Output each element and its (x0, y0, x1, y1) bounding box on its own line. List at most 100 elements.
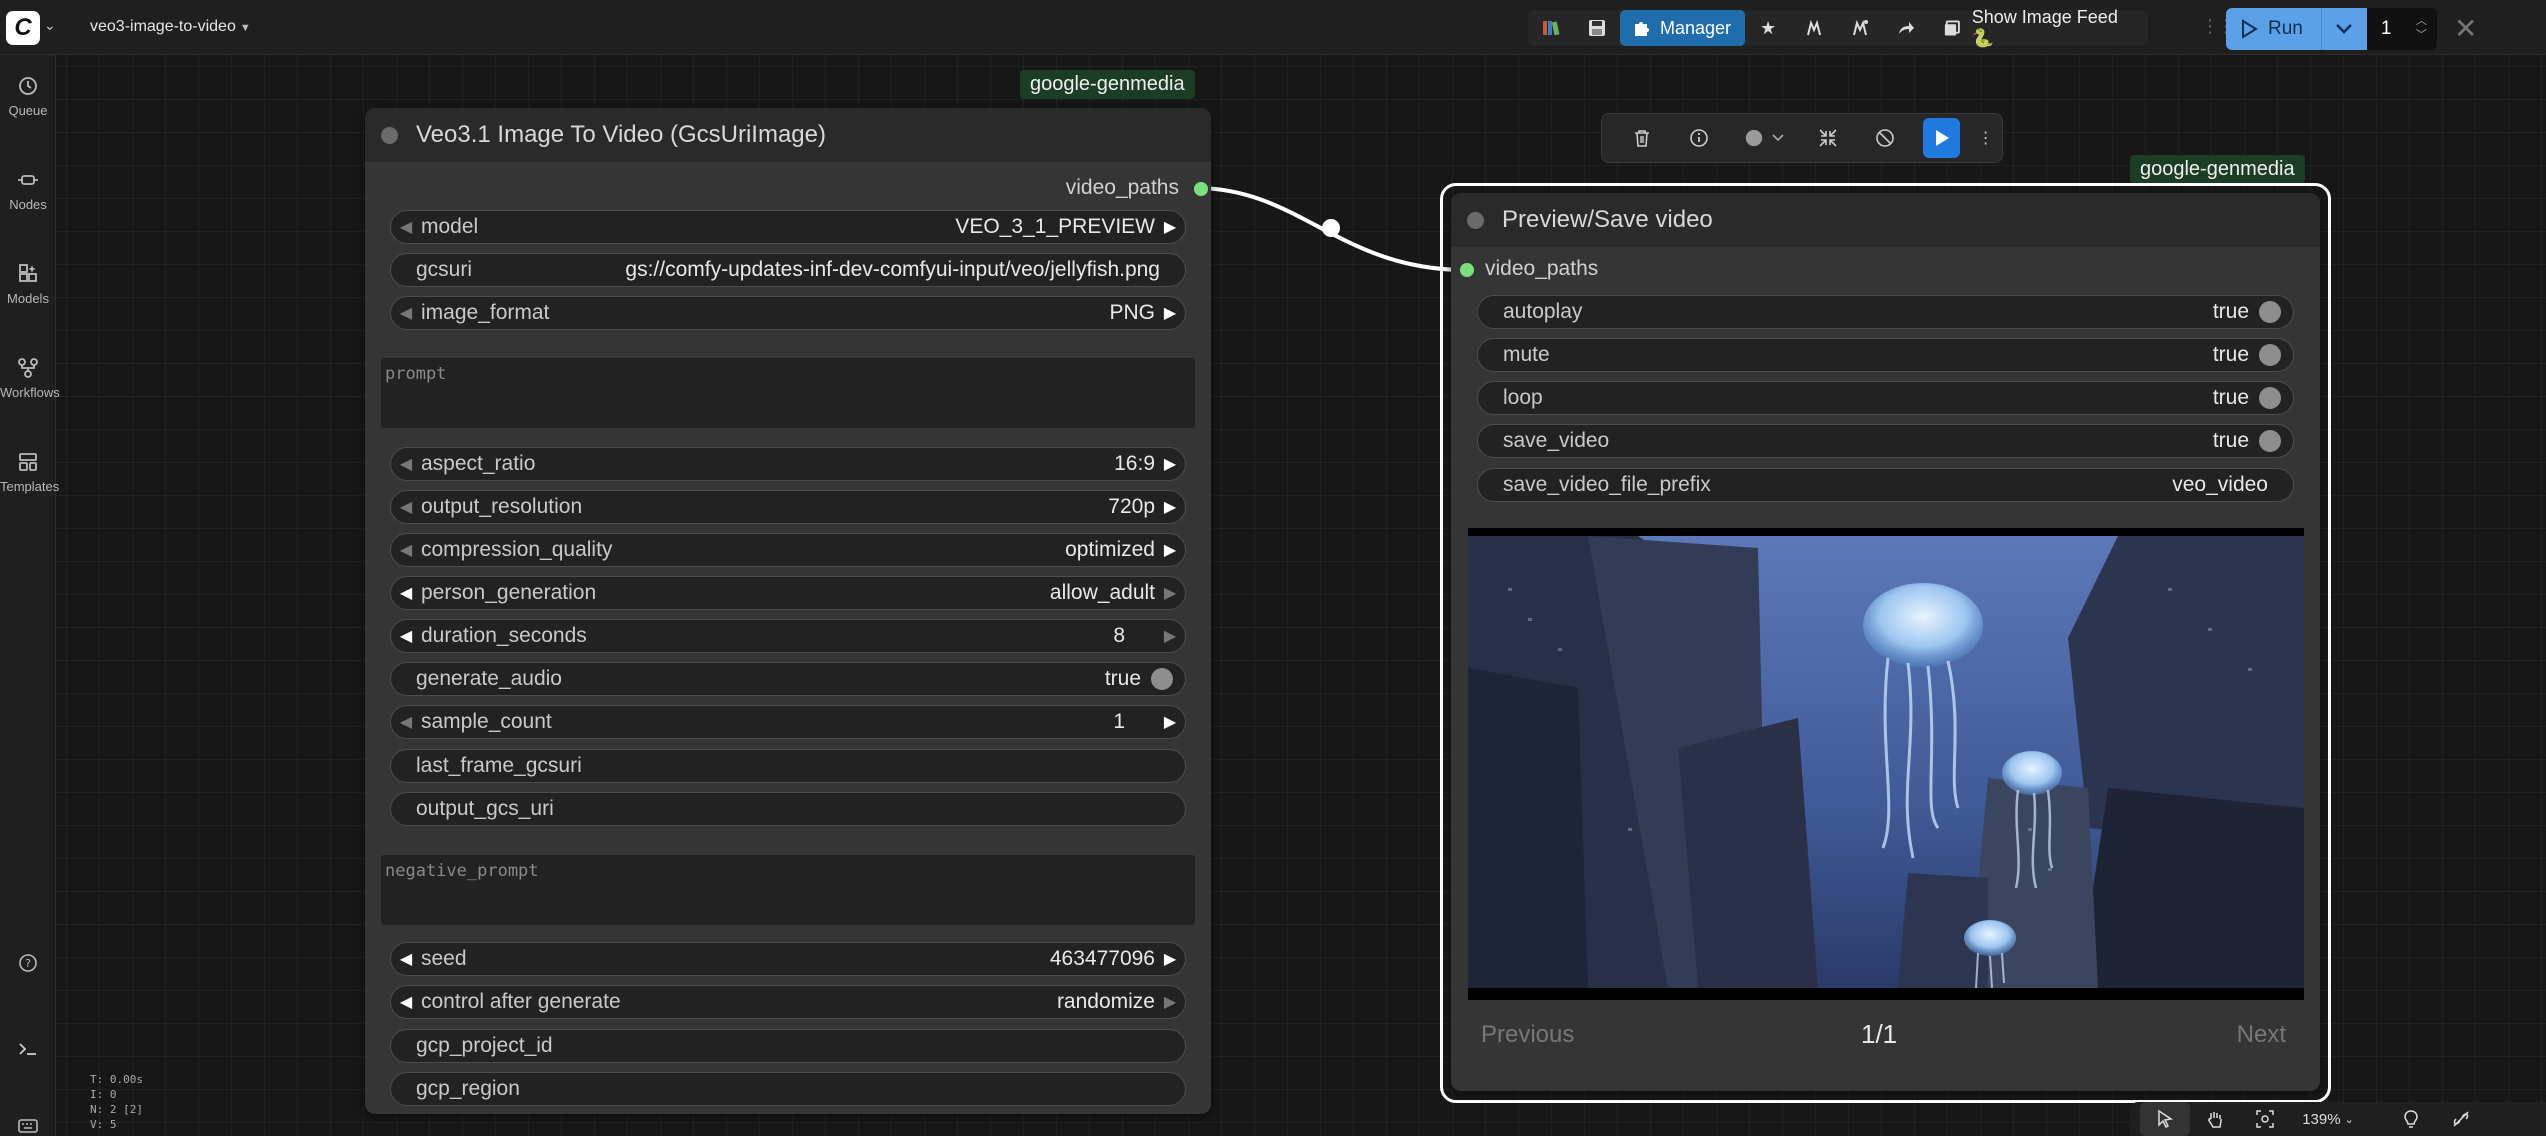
link-midpoint-handle[interactable] (1322, 219, 1340, 237)
collapse-dot-icon[interactable] (381, 126, 398, 144)
prompt-placeholder: prompt (385, 364, 447, 384)
widget-value: 16:9 (1114, 452, 1155, 475)
minimap-button[interactable] (2386, 1102, 2436, 1136)
decrement-arrow-icon[interactable]: ◀ (391, 583, 421, 603)
widget-value: allow_adult (1049, 581, 1155, 604)
execute-selected-button[interactable] (1923, 118, 1960, 158)
increment-arrow-icon[interactable]: ▶ (1155, 583, 1185, 603)
decrement-arrow-icon[interactable]: ◀ (391, 217, 421, 237)
toggle-knob-icon[interactable] (1151, 668, 1173, 690)
widget-label: output_resolution (421, 495, 583, 518)
color-picker-button[interactable] (1728, 118, 1800, 158)
widget-value: true (2212, 386, 2249, 409)
gcsuri-field[interactable]: gcsuri gs://comfy-updates-inf-dev-comfyu… (390, 253, 1186, 287)
decrement-arrow-icon[interactable]: ◀ (391, 454, 421, 474)
info-button[interactable] (1671, 118, 1728, 158)
decrement-arrow-icon[interactable]: ◀ (391, 303, 421, 323)
toggle-knob-icon[interactable] (2259, 301, 2281, 323)
delete-button[interactable] (1614, 118, 1671, 158)
increment-arrow-icon[interactable]: ▶ (1155, 992, 1185, 1012)
control-after-generate-combo[interactable]: ◀ control after generate randomize ▶ (390, 985, 1186, 1019)
widget-label: control after generate (421, 990, 621, 1013)
negative-prompt-textarea[interactable]: negative_prompt (381, 855, 1195, 925)
veo-node[interactable]: Veo3.1 Image To Video (GcsUriImage) vide… (365, 108, 1211, 1114)
widget-value: 8 (1113, 624, 1125, 647)
decrement-arrow-icon[interactable]: ◀ (391, 712, 421, 732)
compression-quality-combo[interactable]: ◀ compression_quality optimized ▶ (390, 533, 1186, 567)
sample-count-stepper[interactable]: ◀ sample_count 1 ▶ (390, 705, 1186, 739)
toggle-knob-icon[interactable] (2259, 344, 2281, 366)
increment-arrow-icon[interactable]: ▶ (1155, 712, 1185, 732)
pan-tool-button[interactable] (2190, 1102, 2240, 1136)
image-format-combo[interactable]: ◀ image_format PNG ▶ (390, 296, 1186, 330)
widget-value: 720p (1108, 495, 1155, 518)
toggle-knob-icon[interactable] (2259, 430, 2281, 452)
widget-label: mute (1503, 343, 1550, 366)
generate-audio-toggle[interactable]: generate_audio true (390, 662, 1186, 696)
widget-label: output_gcs_uri (416, 797, 554, 820)
gcp-project-id-field[interactable]: gcp_project_id (390, 1029, 1186, 1063)
widget-label: save_video_file_prefix (1503, 473, 1711, 496)
decrement-arrow-icon[interactable]: ◀ (391, 626, 421, 646)
input-video-paths-label: video_paths (1485, 257, 1599, 280)
mute-toggle[interactable]: mute true (1477, 338, 2294, 372)
shrink-icon (1819, 129, 1837, 147)
save-video-file-prefix-field[interactable]: save_video_file_prefix veo_video (1477, 468, 2294, 502)
video-frame-image (1468, 528, 2304, 1000)
duration-seconds-stepper[interactable]: ◀ duration_seconds 8 ▶ (390, 619, 1186, 653)
toggle-knob-icon[interactable] (2259, 387, 2281, 409)
collapse-dot-icon[interactable] (1467, 211, 1484, 229)
bypass-button[interactable] (1857, 118, 1914, 158)
collapse-button[interactable] (1800, 118, 1857, 158)
next-button[interactable]: Next (2237, 1021, 2286, 1049)
increment-arrow-icon[interactable]: ▶ (1155, 217, 1185, 237)
widget-label: person_generation (421, 581, 597, 604)
widget-value: true (1104, 667, 1141, 690)
increment-arrow-icon[interactable]: ▶ (1155, 949, 1185, 969)
increment-arrow-icon[interactable]: ▶ (1155, 497, 1185, 517)
selection-toolbox: ⋮ (1601, 113, 2003, 163)
decrement-arrow-icon[interactable]: ◀ (391, 497, 421, 517)
increment-arrow-icon[interactable]: ▶ (1155, 454, 1185, 474)
preview-node-badge: google-genmedia (2130, 155, 2305, 184)
widget-value: VEO_3_1_PREVIEW (955, 215, 1155, 238)
toggle-links-button[interactable] (2436, 1102, 2486, 1136)
veo-node-title: Veo3.1 Image To Video (GcsUriImage) (416, 121, 826, 148)
hand-icon (2208, 1112, 2222, 1128)
increment-arrow-icon[interactable]: ▶ (1155, 303, 1185, 323)
preview-node-header[interactable]: Preview/Save video (1451, 193, 2320, 247)
veo-node-header[interactable]: Veo3.1 Image To Video (GcsUriImage) (365, 108, 1211, 162)
prompt-textarea[interactable]: prompt (381, 358, 1195, 428)
decrement-arrow-icon[interactable]: ◀ (391, 540, 421, 560)
person-generation-combo[interactable]: ◀ person_generation allow_adult ▶ (390, 576, 1186, 610)
output-slot-dot[interactable] (1194, 182, 1208, 196)
video-preview[interactable] (1468, 528, 2304, 1000)
lightbulb-icon (2404, 1110, 2418, 1128)
output-video-paths-label: video_paths (1065, 176, 1179, 199)
last-frame-gcsuri-field[interactable]: last_frame_gcsuri (390, 749, 1186, 783)
widget-label: autoplay (1503, 300, 1583, 323)
decrement-arrow-icon[interactable]: ◀ (391, 949, 421, 969)
gcp-region-field[interactable]: gcp_region (390, 1072, 1186, 1106)
more-options-icon[interactable]: ⋮ (1970, 118, 2002, 158)
increment-arrow-icon[interactable]: ▶ (1155, 540, 1185, 560)
previous-button[interactable]: Previous (1481, 1021, 1574, 1049)
fit-view-button[interactable] (2240, 1102, 2290, 1136)
save-video-toggle[interactable]: save_video true (1477, 424, 2294, 458)
widget-label: model (421, 215, 479, 238)
loop-toggle[interactable]: loop true (1477, 381, 2294, 415)
select-tool-button[interactable] (2140, 1102, 2190, 1136)
output-resolution-combo[interactable]: ◀ output_resolution 720p ▶ (390, 490, 1186, 524)
output-gcs-uri-field[interactable]: output_gcs_uri (390, 792, 1186, 826)
zoom-dropdown[interactable]: 139% ⌄ (2290, 1102, 2366, 1136)
widget-label: save_video (1503, 429, 1610, 452)
model-combo[interactable]: ◀ model VEO_3_1_PREVIEW ▶ (390, 210, 1186, 244)
input-slot-dot[interactable] (1460, 263, 1474, 277)
seed-stepper[interactable]: ◀ seed 463477096 ▶ (390, 942, 1186, 976)
decrement-arrow-icon[interactable]: ◀ (391, 992, 421, 1012)
autoplay-toggle[interactable]: autoplay true (1477, 295, 2294, 329)
trash-icon (1635, 130, 1650, 147)
aspect-ratio-combo[interactable]: ◀ aspect_ratio 16:9 ▶ (390, 447, 1186, 481)
increment-arrow-icon[interactable]: ▶ (1155, 626, 1185, 646)
widget-label: aspect_ratio (421, 452, 536, 475)
